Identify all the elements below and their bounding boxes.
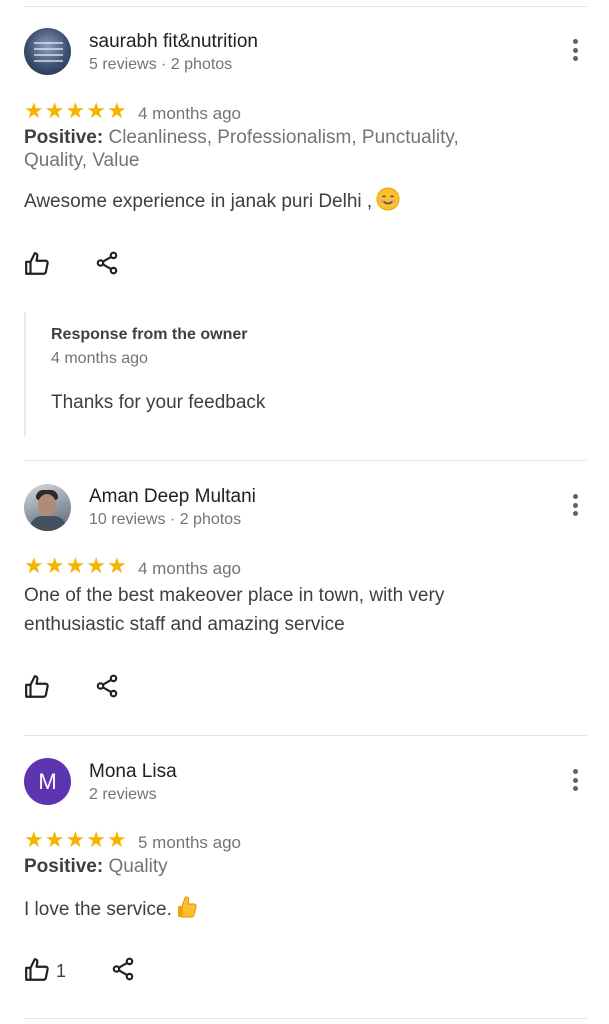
review-age: 4 months ago xyxy=(138,104,242,123)
reviews-list: saurabh fit&nutrition 5 reviews · 2 phot… xyxy=(0,0,609,1024)
more-vert-icon[interactable] xyxy=(565,491,585,519)
owner-response-title: Response from the owner xyxy=(51,326,248,343)
star-icon: ★ xyxy=(106,828,127,853)
divider xyxy=(24,6,587,7)
reviewer-meta: 10 reviews · 2 photos xyxy=(89,511,242,528)
review-text-content: I love the service. xyxy=(24,899,172,920)
reviewer-meta: 5 reviews · 2 photos xyxy=(89,56,233,73)
review-text-content: Awesome experience in janak puri Delhi , xyxy=(24,191,373,212)
star-rating: ★ ★ ★ ★ ★ xyxy=(24,101,127,123)
star-icon: ★ xyxy=(44,99,65,124)
star-icon: ★ xyxy=(65,99,86,124)
more-vert-icon[interactable] xyxy=(565,766,585,794)
review-text: One of the best makeover place in town, … xyxy=(24,585,445,635)
reviewer-name[interactable]: Aman Deep Multani xyxy=(89,486,256,508)
share-icon[interactable] xyxy=(110,956,136,982)
star-icon: ★ xyxy=(86,828,106,853)
star-icon: ★ xyxy=(24,828,44,853)
more-vert-icon[interactable] xyxy=(565,36,585,64)
review-age: 5 months ago xyxy=(138,833,242,852)
reviewer-name[interactable]: Mona Lisa xyxy=(89,761,177,783)
star-icon: ★ xyxy=(44,828,65,853)
star-icon: ★ xyxy=(65,554,86,579)
divider xyxy=(24,735,587,736)
star-icon: ★ xyxy=(24,554,44,579)
owner-response-age: 4 months ago xyxy=(51,350,148,367)
reviewer-name[interactable]: saurabh fit&nutrition xyxy=(89,31,258,53)
star-icon: ★ xyxy=(106,554,127,579)
reviewer-meta: 2 reviews xyxy=(89,786,157,803)
share-icon[interactable] xyxy=(94,250,120,276)
star-icon: ★ xyxy=(24,99,44,124)
divider xyxy=(24,1018,587,1019)
avatar[interactable]: M xyxy=(24,758,71,805)
divider xyxy=(24,460,587,461)
owner-response: Response from the owner 4 months ago Tha… xyxy=(24,312,564,436)
like-count: 1 xyxy=(56,961,67,981)
thumbs-up-emoji xyxy=(176,895,198,928)
star-rating: ★ ★ ★ ★ ★ xyxy=(24,556,127,578)
thumb-up-icon[interactable] xyxy=(24,251,50,277)
owner-response-text: Thanks for your feedback xyxy=(51,392,266,413)
review-attributes: Positive: Quality xyxy=(24,855,524,878)
review-text: I love the service. xyxy=(24,895,584,928)
attribute-values: Quality xyxy=(103,856,168,877)
star-icon: ★ xyxy=(44,554,65,579)
smiling-face-emoji xyxy=(376,187,400,220)
review-text: Awesome experience in janak puri Delhi , xyxy=(24,187,584,220)
avatar[interactable] xyxy=(24,484,71,531)
review-attributes: Positive: Cleanliness, Professionalism, … xyxy=(24,126,524,172)
thumb-up-icon[interactable] xyxy=(24,674,50,700)
review-age: 4 months ago xyxy=(138,559,242,578)
share-icon[interactable] xyxy=(94,673,120,699)
thumb-up-icon[interactable] xyxy=(24,957,50,983)
attribute-label: Positive: xyxy=(24,127,104,148)
star-icon: ★ xyxy=(86,99,106,124)
star-icon: ★ xyxy=(106,99,127,124)
star-rating: ★ ★ ★ ★ ★ xyxy=(24,830,127,852)
star-icon: ★ xyxy=(65,828,86,853)
avatar[interactable] xyxy=(24,28,71,75)
star-icon: ★ xyxy=(86,554,106,579)
attribute-label: Positive: xyxy=(24,856,104,877)
